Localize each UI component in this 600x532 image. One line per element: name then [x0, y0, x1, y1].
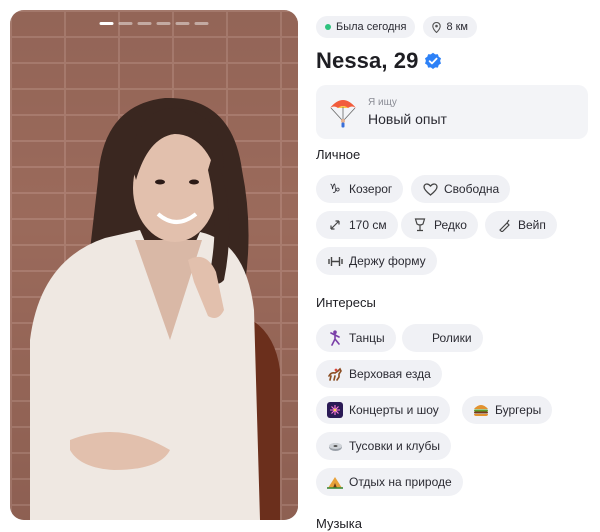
tag-label: Концерты и шоу	[349, 403, 439, 417]
tag-label: Танцы	[349, 331, 385, 345]
photo-indicator[interactable]	[99, 22, 114, 25]
photo-indicator[interactable]	[194, 22, 209, 25]
disco-icon	[327, 438, 343, 454]
tag-label: 170 см	[349, 218, 387, 232]
horse-icon	[327, 366, 343, 382]
tag-burgers[interactable]: Бургеры	[462, 396, 553, 424]
tag-parties[interactable]: Тусовки и клубы	[316, 432, 452, 460]
camping-icon	[327, 474, 343, 490]
tag-relationship[interactable]: Свободна	[411, 175, 511, 203]
height-icon	[327, 217, 343, 233]
tag-height[interactable]: 170 см	[316, 211, 398, 239]
tag-concerts[interactable]: Концерты и шоу	[316, 396, 450, 424]
tag-alcohol[interactable]: Редко	[401, 211, 478, 239]
tag-label: Бургеры	[495, 403, 542, 417]
tag-zodiac[interactable]: ♑ Козерог	[316, 175, 404, 203]
tag-label: Отдых на природе	[349, 475, 452, 489]
photo-indicator[interactable]	[156, 22, 171, 25]
dancer-icon	[327, 330, 343, 346]
tag-rollerskates[interactable]: Ролики	[402, 324, 483, 352]
tag-dance[interactable]: Танцы	[316, 324, 396, 352]
heart-icon	[422, 181, 438, 197]
tag-label: Держу форму	[349, 254, 426, 268]
tag-smoking[interactable]: Вейп	[485, 211, 557, 239]
photo-indicator[interactable]	[137, 22, 152, 25]
tag-nature[interactable]: Отдых на природе	[316, 468, 463, 496]
tag-label: Верховая езда	[349, 367, 431, 381]
tag-label: Козерог	[349, 182, 393, 196]
glass-icon	[412, 217, 428, 233]
tag-label: Ролики	[432, 331, 472, 345]
personal-section-title: Личное	[316, 147, 361, 162]
burger-icon	[473, 402, 489, 418]
photo-indicator[interactable]	[118, 22, 133, 25]
capricorn-icon: ♑	[329, 181, 341, 196]
photo-indicators	[99, 22, 209, 25]
vape-icon	[496, 217, 512, 233]
tag-fitness[interactable]: Держу форму	[316, 247, 437, 275]
photo-indicator[interactable]	[175, 22, 190, 25]
tag-label: Редко	[434, 218, 467, 232]
tag-label: Свободна	[444, 182, 500, 196]
interests-section-title: Интересы	[316, 295, 376, 310]
tag-label: Вейп	[518, 218, 546, 232]
music-section-title: Музыка	[316, 516, 362, 531]
profile-photo[interactable]	[10, 10, 298, 520]
tag-label: Тусовки и клубы	[349, 439, 441, 453]
fireworks-icon	[327, 402, 343, 418]
dumbbell-icon	[327, 253, 343, 269]
tag-horse-riding[interactable]: Верховая езда	[316, 360, 442, 388]
profile-photo-image	[30, 97, 280, 520]
